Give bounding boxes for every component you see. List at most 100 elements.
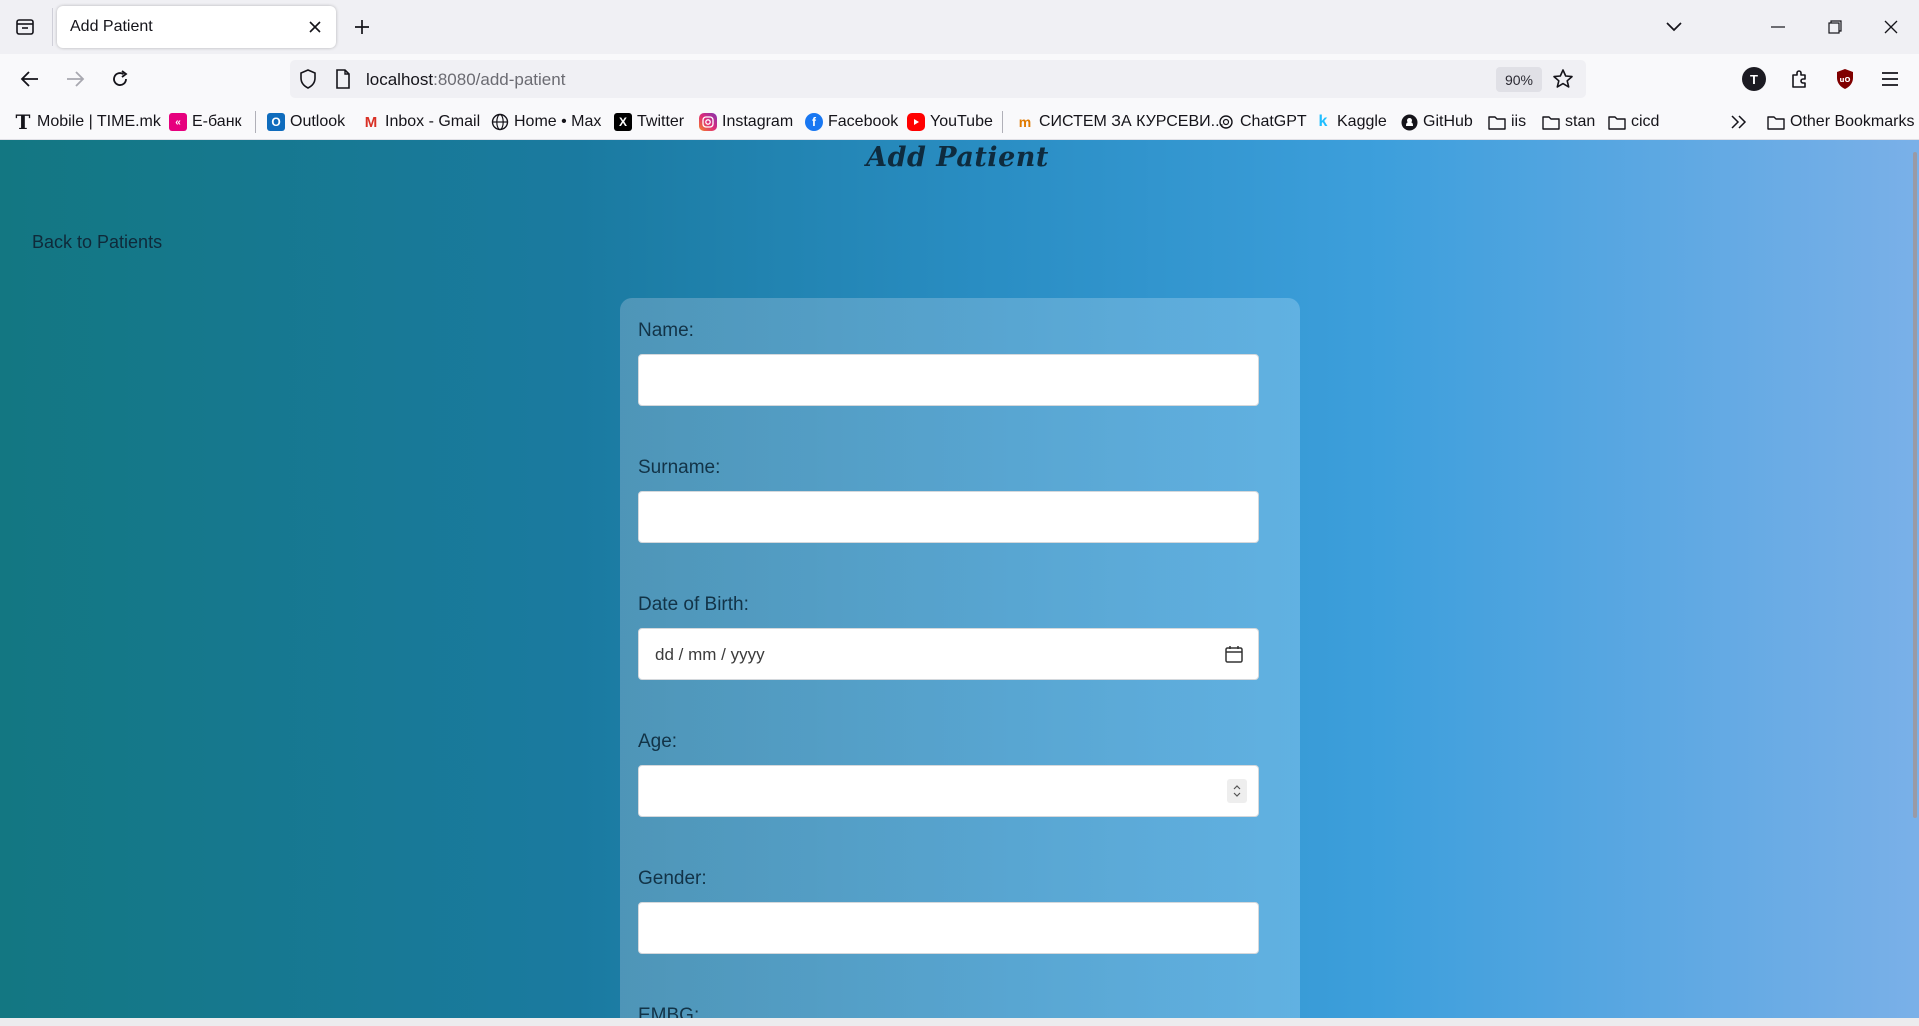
folder-icon	[1608, 113, 1626, 131]
bookmark-label: GitHub	[1423, 113, 1473, 130]
tab-title: Add Patient	[70, 18, 153, 35]
page-viewport: Add Patient Back to Patients Name: Surna…	[0, 140, 1919, 1018]
bookmark-label: Е-банк	[192, 113, 242, 130]
tab-strip: Add Patient	[0, 0, 1919, 54]
ublock-shield-icon[interactable]: uO	[1829, 63, 1861, 95]
gender-label: Gender:	[638, 868, 707, 889]
bookmark-outlook[interactable]: O Outlook	[267, 111, 345, 133]
age-label: Age:	[638, 731, 678, 752]
folder-icon	[1542, 113, 1560, 131]
tracking-protection-shield-icon[interactable]	[299, 69, 317, 94]
bookmark-twitter[interactable]: X Twitter	[614, 111, 684, 133]
bookmark-label: Instagram	[722, 113, 794, 130]
page-scrollbar-thumb[interactable]	[1913, 152, 1917, 818]
dob-placeholder: dd / mm / yyyy	[655, 645, 765, 664]
bookmark-chatgpt[interactable]: ChatGPT	[1217, 111, 1307, 133]
other-bookmarks[interactable]: Other Bookmarks	[1767, 111, 1914, 133]
url-path: :8080/add-patient	[433, 70, 566, 89]
name-label: Name:	[638, 320, 694, 341]
bookmark-time-mk[interactable]: T Mobile | TIME.mk	[14, 110, 161, 134]
surname-input[interactable]	[638, 491, 1259, 543]
add-patient-form: Name: Surname: Date of Birth: dd / mm / …	[620, 298, 1300, 1018]
outlook-icon: O	[267, 113, 285, 131]
chatgpt-icon	[1217, 113, 1235, 131]
dob-label: Date of Birth:	[638, 594, 749, 615]
bookmark-courses[interactable]: m СИСТЕМ ЗА КУРСЕВИ...	[1016, 111, 1224, 133]
gender-input[interactable]	[638, 902, 1259, 954]
bookmark-label: Home • Max	[514, 113, 602, 130]
github-icon	[1400, 113, 1418, 131]
instagram-icon	[699, 113, 717, 131]
courses-icon: m	[1018, 114, 1032, 130]
bookmark-gmail[interactable]: M Inbox - Gmail	[362, 111, 480, 133]
name-input[interactable]	[638, 354, 1259, 406]
window-bottom-edge	[0, 1018, 1919, 1026]
bookmark-star-icon[interactable]	[1552, 68, 1574, 95]
bookmark-kaggle[interactable]: k Kaggle	[1314, 111, 1387, 133]
bookmark-separator	[255, 111, 256, 133]
more-bookmarks-chevron-icon[interactable]	[1730, 111, 1748, 133]
age-number-input[interactable]	[638, 765, 1259, 817]
bookmark-folder-stan[interactable]: stan	[1542, 111, 1595, 133]
close-tab-icon[interactable]	[304, 16, 326, 38]
url-host: localhost	[366, 70, 434, 89]
bookmark-label: ChatGPT	[1240, 113, 1307, 130]
bookmark-label: YouTube	[930, 113, 993, 130]
page-title: Add Patient	[866, 142, 1049, 173]
time-mk-icon: T	[15, 110, 31, 134]
list-all-tabs-chevron-icon[interactable]	[1659, 12, 1689, 42]
bookmark-ebank[interactable]: « Е-банк	[169, 111, 242, 133]
page-info-icon[interactable]	[335, 69, 351, 94]
bookmark-folder-iis[interactable]: iis	[1488, 111, 1526, 133]
bookmark-label: stan	[1565, 113, 1596, 130]
bookmark-label: Facebook	[828, 113, 899, 130]
facebook-icon: f	[805, 113, 823, 131]
youtube-icon	[907, 113, 925, 131]
embg-label: EMBG:	[638, 1005, 700, 1018]
bookmark-facebook[interactable]: f Facebook	[805, 111, 898, 133]
back-to-patients-link[interactable]: Back to Patients	[32, 232, 162, 253]
tab-separator	[52, 8, 53, 46]
bookmark-label: Mobile | TIME.mk	[37, 113, 161, 130]
number-spinner-icon[interactable]	[1227, 779, 1247, 803]
forward-arrow-icon[interactable]	[59, 63, 91, 95]
surname-label: Surname:	[638, 457, 721, 478]
dob-date-input[interactable]: dd / mm / yyyy	[638, 628, 1259, 680]
navigation-bar: localhost:8080/add-patient 90% T uO	[0, 54, 1919, 102]
gmail-icon: M	[364, 113, 378, 131]
tab-add-patient[interactable]: Add Patient	[57, 6, 336, 48]
bookmark-github[interactable]: GitHub	[1400, 111, 1473, 133]
tab-list-icon[interactable]	[10, 14, 40, 40]
extensions-puzzle-icon[interactable]	[1784, 63, 1816, 95]
globe-icon	[491, 113, 509, 131]
x-icon: X	[614, 113, 632, 131]
back-arrow-icon[interactable]	[14, 63, 46, 95]
kaggle-icon: k	[1318, 113, 1328, 130]
bookmark-youtube[interactable]: YouTube	[907, 111, 993, 133]
bookmark-label: Inbox - Gmail	[385, 113, 481, 130]
url-bar[interactable]: localhost:8080/add-patient 90%	[290, 60, 1586, 98]
bookmark-label: Outlook	[290, 113, 346, 130]
bookmark-separator	[1002, 111, 1003, 133]
calendar-icon[interactable]	[1224, 644, 1244, 669]
bookmark-label: cicd	[1631, 113, 1660, 130]
other-bookmarks-label: Other Bookmarks	[1790, 113, 1915, 130]
close-window-icon[interactable]	[1876, 12, 1906, 42]
bookmark-label: Twitter	[637, 113, 685, 130]
bookmark-label: Kaggle	[1337, 113, 1387, 130]
bookmark-instagram[interactable]: Instagram	[699, 111, 793, 133]
new-tab-plus-icon[interactable]	[348, 13, 376, 41]
menu-hamburger-icon[interactable]	[1874, 63, 1906, 95]
folder-icon	[1767, 113, 1785, 131]
restore-icon[interactable]	[1820, 12, 1850, 42]
url-text[interactable]: localhost:8080/add-patient	[366, 70, 565, 90]
reload-icon[interactable]	[104, 63, 136, 95]
minimize-icon[interactable]	[1763, 12, 1793, 42]
svg-text:uO: uO	[1840, 76, 1851, 84]
bookmark-label: iis	[1511, 113, 1527, 130]
bookmark-folder-cicd[interactable]: cicd	[1608, 111, 1659, 133]
bookmark-home-max[interactable]: Home • Max	[491, 111, 601, 133]
bookmarks-toolbar: T Mobile | TIME.mk « Е-банк O Outlook M …	[0, 102, 1919, 140]
zoom-level-badge[interactable]: 90%	[1496, 67, 1542, 92]
account-avatar[interactable]: T	[1742, 67, 1766, 91]
